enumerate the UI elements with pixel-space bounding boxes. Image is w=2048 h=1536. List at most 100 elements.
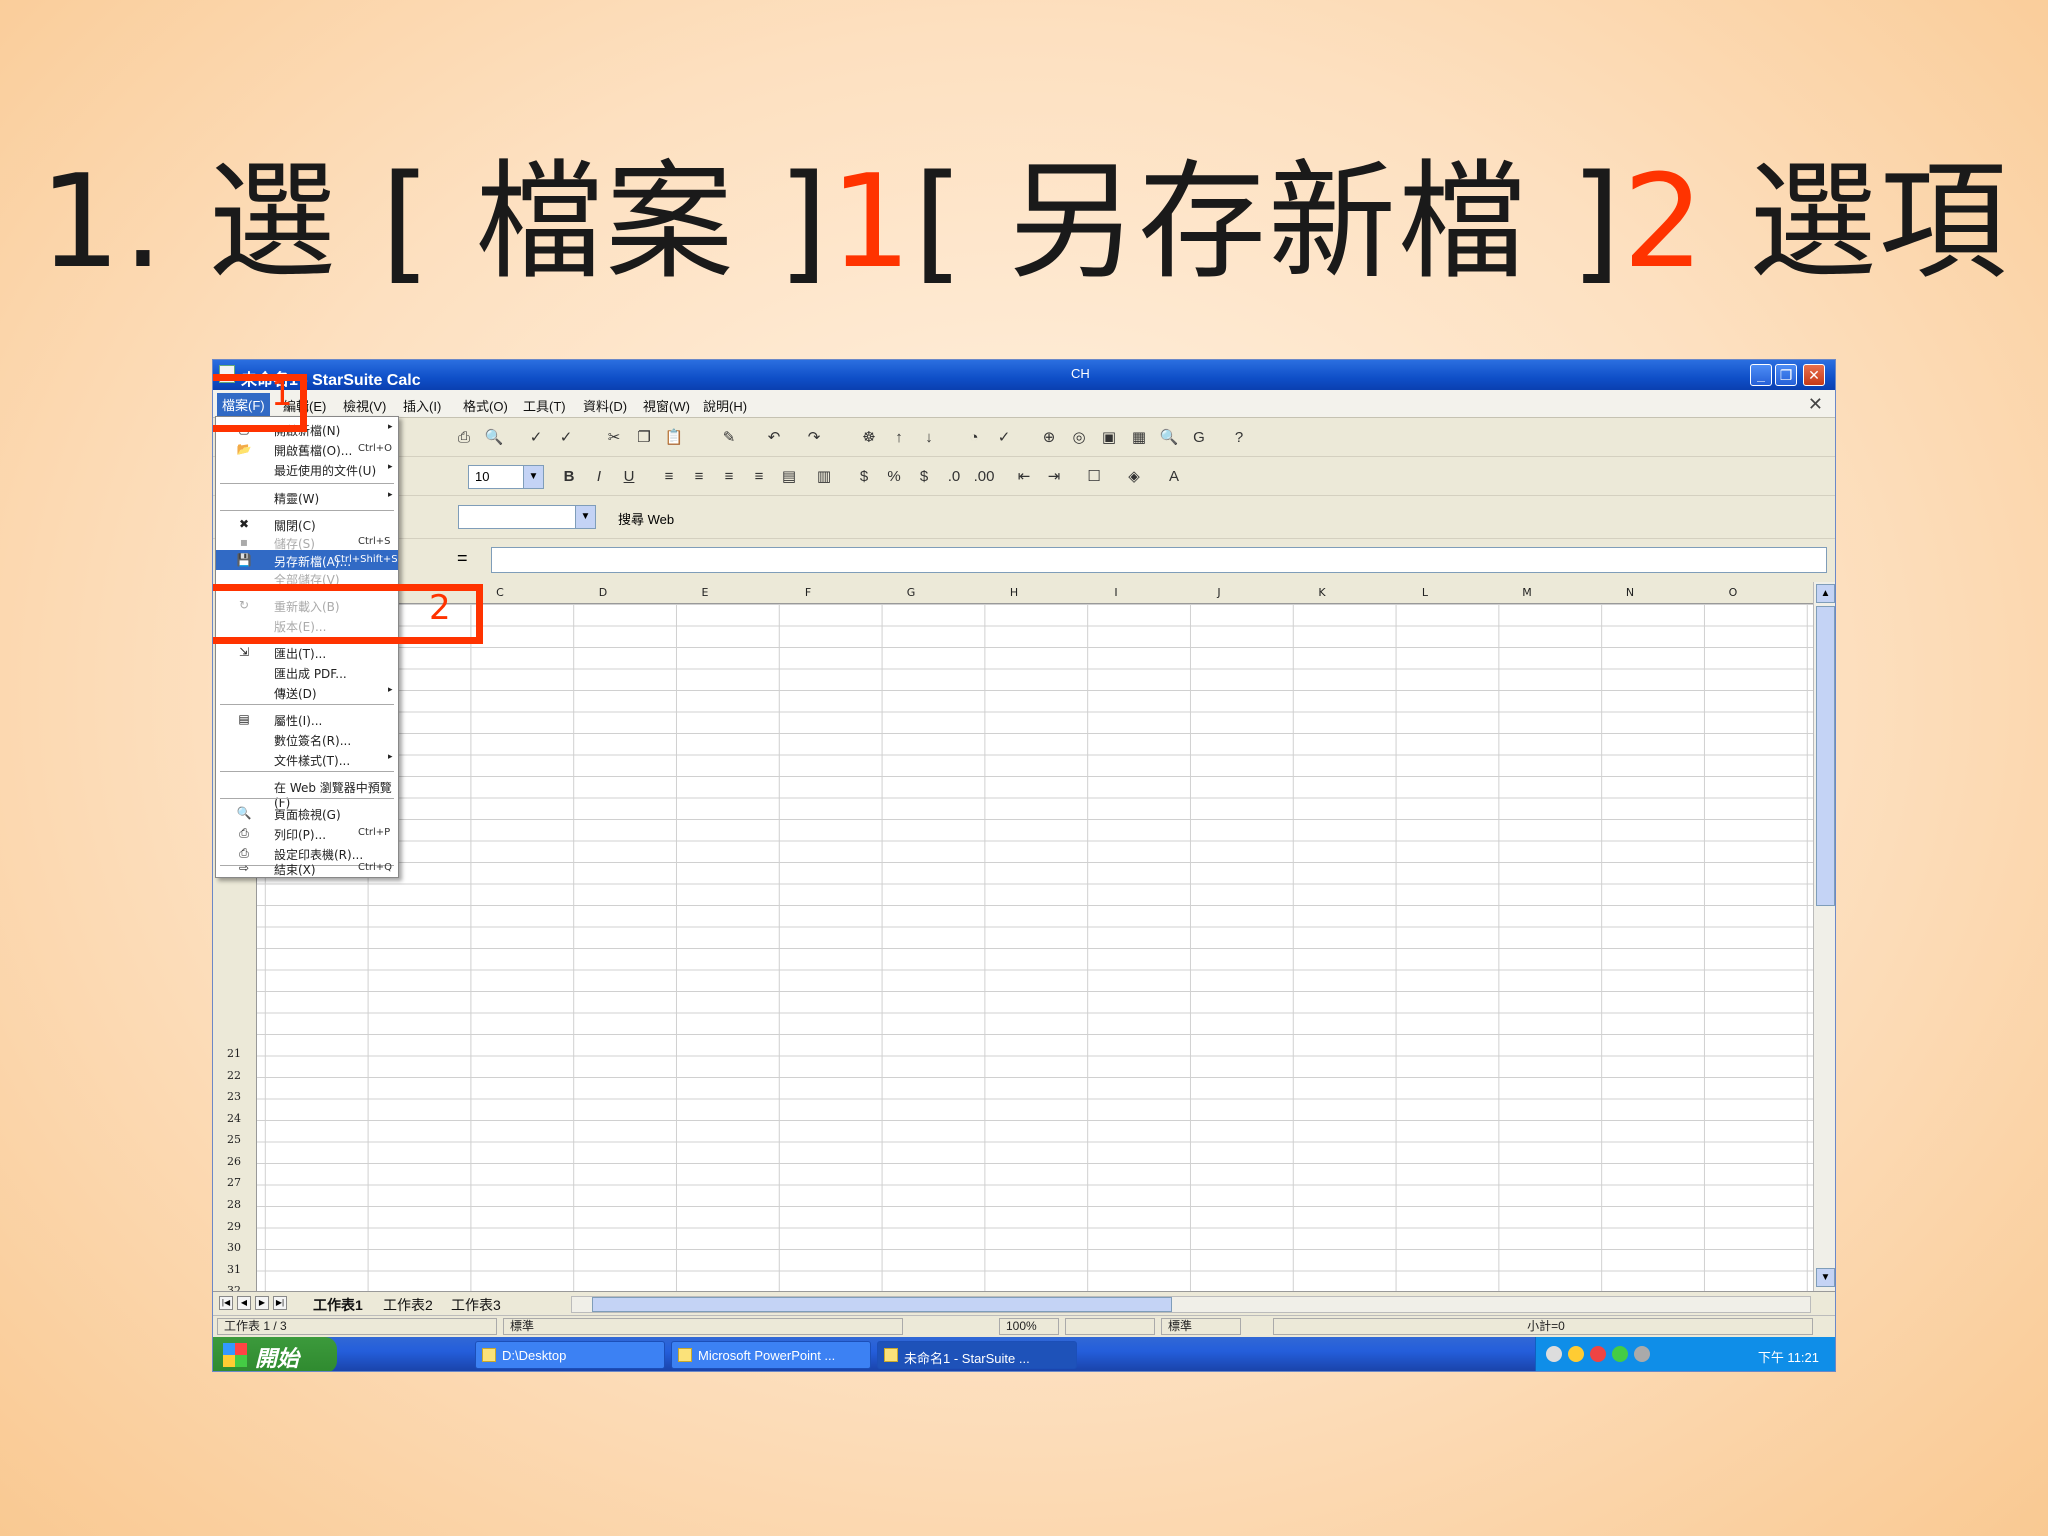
chart-icon[interactable]: ◔ bbox=[963, 427, 985, 449]
menu-item-digital-signature[interactable]: 數位簽名(R)... bbox=[216, 729, 398, 749]
copy-icon[interactable]: ❐ bbox=[633, 427, 655, 449]
clock[interactable]: 下午 11:21 bbox=[1758, 1347, 1819, 1366]
paste-icon[interactable]: 📋 bbox=[663, 427, 685, 449]
first-sheet-icon[interactable]: |◀ bbox=[219, 1296, 233, 1310]
print-icon[interactable]: ⎙ bbox=[453, 427, 475, 449]
menu-item-export-pdf[interactable]: 匯出成 PDF... bbox=[216, 662, 398, 682]
equals-icon[interactable]: = bbox=[457, 548, 468, 569]
align-right-icon[interactable]: ≡ bbox=[718, 466, 740, 488]
row-header[interactable]: 27 bbox=[213, 1176, 257, 1189]
row-header[interactable]: 32 bbox=[213, 1284, 257, 1291]
gallery-icon[interactable]: ▣ bbox=[1098, 427, 1120, 449]
autospell-icon[interactable]: ✓ bbox=[555, 427, 577, 449]
hscroll-thumb[interactable] bbox=[592, 1297, 1172, 1312]
datasource-icon[interactable]: ▦ bbox=[1128, 427, 1150, 449]
percent-icon[interactable]: % bbox=[883, 466, 905, 488]
sort-ascending-icon[interactable]: ↑ bbox=[888, 427, 910, 449]
search-web-label[interactable]: 搜尋 Web bbox=[618, 509, 674, 528]
align-left-icon[interactable]: ≡ bbox=[658, 466, 680, 488]
column-header[interactable]: K bbox=[1271, 586, 1373, 599]
scroll-up-icon[interactable]: ▲ bbox=[1816, 584, 1835, 603]
menu-item-templates[interactable]: 文件樣式(T)... ▸ bbox=[216, 749, 398, 769]
number-format-icon[interactable]: $ bbox=[913, 466, 935, 488]
wrap-text-icon[interactable]: ▥ bbox=[813, 466, 835, 488]
menu-item-print[interactable]: ⎙ 列印(P)... Ctrl+P bbox=[216, 823, 398, 843]
help-icon[interactable]: ? bbox=[1228, 427, 1250, 449]
menu-item-web-preview[interactable]: 在 Web 瀏覽器中預覽(F) bbox=[216, 776, 398, 810]
undo-icon[interactable]: ↶ bbox=[763, 427, 785, 449]
menu-item-properties[interactable]: ▤ 屬性(I)... bbox=[216, 709, 398, 729]
menu-view[interactable]: 檢視(V) bbox=[343, 396, 386, 415]
formula-input[interactable] bbox=[491, 547, 1827, 573]
merge-cells-icon[interactable]: ▤ bbox=[778, 466, 800, 488]
g-icon[interactable]: G bbox=[1188, 427, 1210, 449]
row-header[interactable]: 23 bbox=[213, 1090, 257, 1103]
navigator-compass-icon[interactable]: ◎ bbox=[1068, 427, 1090, 449]
spreadsheet-grid[interactable]: C D E F G H I J K L M N O 21 22 23 24 25… bbox=[213, 582, 1813, 1291]
chevron-down-icon[interactable]: ▼ bbox=[523, 466, 543, 488]
tray-icon[interactable] bbox=[1612, 1346, 1628, 1362]
borders-icon[interactable]: ☐ bbox=[1083, 466, 1105, 488]
menu-item-close[interactable]: ✖ 關閉(C) bbox=[216, 514, 398, 534]
zoom-icon[interactable]: 🔍 bbox=[1158, 427, 1180, 449]
column-header[interactable]: H bbox=[963, 586, 1065, 599]
cut-icon[interactable]: ✂ bbox=[603, 427, 625, 449]
menu-format[interactable]: 格式(O) bbox=[463, 396, 508, 415]
taskbar-button-calc[interactable]: 未命名1 - StarSuite ... bbox=[877, 1341, 1077, 1369]
scroll-down-icon[interactable]: ▼ bbox=[1816, 1268, 1835, 1287]
next-sheet-icon[interactable]: ▶ bbox=[255, 1296, 269, 1310]
menu-data[interactable]: 資料(D) bbox=[583, 396, 627, 415]
row-header[interactable]: 25 bbox=[213, 1133, 257, 1146]
font-size-combo[interactable]: 10 ▼ bbox=[468, 465, 544, 489]
menu-help[interactable]: 說明(H) bbox=[703, 396, 747, 415]
scroll-thumb[interactable] bbox=[1816, 606, 1835, 906]
row-header[interactable]: 24 bbox=[213, 1112, 257, 1125]
restore-button[interactable]: ❐ bbox=[1775, 364, 1797, 386]
minimize-button[interactable]: _ bbox=[1750, 364, 1772, 386]
menu-window[interactable]: 視窗(W) bbox=[643, 396, 690, 415]
column-header[interactable]: N bbox=[1579, 586, 1681, 599]
tray-icon[interactable] bbox=[1568, 1346, 1584, 1362]
sheet-tab-1[interactable]: 工作表1 bbox=[313, 1295, 363, 1315]
column-header[interactable]: F bbox=[757, 586, 859, 599]
column-header[interactable]: L bbox=[1374, 586, 1476, 599]
menu-item-save-as[interactable]: 💾 另存新檔(A)... Ctrl+Shift+S bbox=[216, 550, 398, 570]
close-button[interactable]: ✕ bbox=[1803, 364, 1825, 386]
row-header[interactable]: 29 bbox=[213, 1220, 257, 1233]
menu-item-send[interactable]: 傳送(D) ▸ bbox=[216, 682, 398, 702]
row-header[interactable]: 22 bbox=[213, 1069, 257, 1082]
ime-indicator[interactable]: CH bbox=[1071, 366, 1090, 381]
row-header[interactable]: 31 bbox=[213, 1263, 257, 1276]
align-center-icon[interactable]: ≡ bbox=[688, 466, 710, 488]
prev-sheet-icon[interactable]: ◀ bbox=[237, 1296, 251, 1310]
column-header[interactable]: G bbox=[860, 586, 962, 599]
vertical-scrollbar[interactable]: ▲ ▼ bbox=[1813, 582, 1835, 1291]
currency-icon[interactable]: $ bbox=[853, 466, 875, 488]
row-header[interactable]: 26 bbox=[213, 1155, 257, 1168]
menu-insert[interactable]: 插入(I) bbox=[403, 396, 441, 415]
increase-indent-icon[interactable]: ⇥ bbox=[1043, 466, 1065, 488]
row-header[interactable]: 28 bbox=[213, 1198, 257, 1211]
horizontal-scrollbar[interactable] bbox=[571, 1296, 1811, 1313]
column-header[interactable]: D bbox=[552, 586, 654, 599]
font-color-icon[interactable]: A bbox=[1163, 466, 1185, 488]
menu-item-page-preview[interactable]: 🔍 頁面檢視(G) bbox=[216, 803, 398, 823]
menu-item-export[interactable]: ⇲ 匯出(T)... bbox=[216, 642, 398, 662]
sheet-tab-2[interactable]: 工作表2 bbox=[383, 1295, 433, 1315]
menu-item-wizards[interactable]: 精靈(W) ▸ bbox=[216, 487, 398, 507]
sort-descending-icon[interactable]: ↓ bbox=[918, 427, 940, 449]
last-sheet-icon[interactable]: ▶| bbox=[273, 1296, 287, 1310]
menu-item-recent[interactable]: 最近使用的文件(U) ▸ bbox=[216, 459, 398, 479]
spellcheck-icon[interactable]: ✓ bbox=[525, 427, 547, 449]
column-header[interactable]: J bbox=[1168, 586, 1270, 599]
redo-icon[interactable]: ↷ bbox=[803, 427, 825, 449]
column-header[interactable]: I bbox=[1065, 586, 1167, 599]
status-style[interactable]: 標準 bbox=[503, 1318, 903, 1335]
column-header[interactable]: E bbox=[654, 586, 756, 599]
justify-icon[interactable]: ≡ bbox=[748, 466, 770, 488]
status-zoom[interactable]: 100% bbox=[999, 1318, 1059, 1335]
tray-icon[interactable] bbox=[1590, 1346, 1606, 1362]
status-mode[interactable]: 標準 bbox=[1161, 1318, 1241, 1335]
background-color-icon[interactable]: ◈ bbox=[1123, 466, 1145, 488]
add-decimal-icon[interactable]: .0 bbox=[943, 466, 965, 488]
